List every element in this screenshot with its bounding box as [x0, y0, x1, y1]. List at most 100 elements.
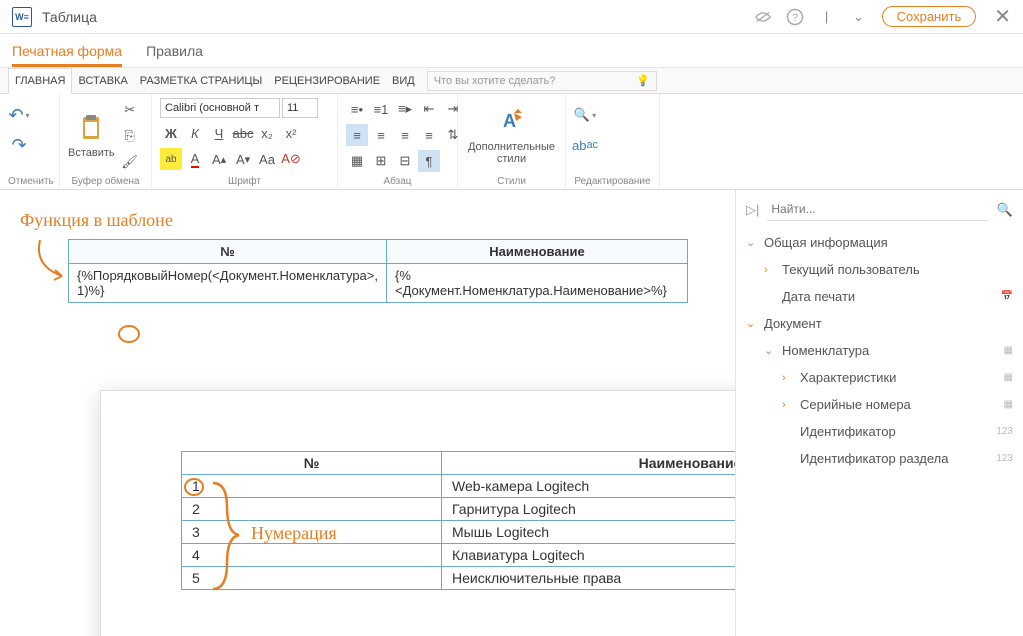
tree-item-label: Документ [764, 316, 822, 331]
outdent-button[interactable]: ⇤ [418, 98, 440, 120]
multilevel-button[interactable]: ≡▸ [394, 98, 416, 120]
tree-item[interactable]: Идентификатор 123 [746, 418, 1013, 445]
tree-item[interactable]: › Текущий пользователь [746, 256, 1013, 283]
tree-item[interactable]: ›Серийные номера▦ [746, 391, 1013, 418]
align-right-button[interactable]: ≡ [394, 124, 416, 146]
side-panel: ▷| 🔍 ⌄Общая информация›Текущий пользоват… [735, 190, 1023, 636]
align-left-button[interactable]: ≡ [346, 124, 368, 146]
ribbon-search[interactable]: Что вы хотите сделать? 💡 [427, 71, 657, 91]
close-button[interactable]: ✕ [994, 4, 1011, 29]
shrink-font-button[interactable]: A▾ [232, 148, 254, 170]
visibility-icon[interactable] [754, 8, 772, 26]
number-icon: 123 [996, 426, 1013, 437]
chevron-right-icon: › [782, 372, 796, 384]
replace-button[interactable]: abac [574, 134, 596, 156]
format-painter-button[interactable]: 🖌 [119, 151, 141, 173]
group-undo-label: Отменить [8, 174, 51, 187]
tpl-header-num: № [69, 240, 387, 264]
borders-button[interactable]: ⊞ [370, 150, 392, 172]
tree-item[interactable]: Дата печати📅 [746, 283, 1013, 310]
chevron-down-icon: ⌄ [746, 317, 760, 330]
tpl-header-name: Наименование [386, 240, 687, 264]
ribbon-tab-insert[interactable]: ВСТАВКА [72, 68, 133, 94]
tree-item[interactable]: Идентификатор раздела123 [746, 445, 1013, 472]
chevron-right-icon: › [782, 399, 796, 411]
align-center-button[interactable]: ≡ [370, 124, 392, 146]
superscript-button[interactable]: x² [280, 122, 302, 144]
underline-button[interactable]: Ч [208, 122, 230, 144]
paste-button[interactable]: Вставить [68, 113, 115, 159]
ribbon: ↶▾ ↷ Отменить Вставить ✂ ⎘ 🖌 Буфер обмен… [0, 94, 1023, 190]
ribbon-tab-review[interactable]: РЕЦЕНЗИРОВАНИЕ [268, 68, 386, 94]
strike-button[interactable]: abc [232, 122, 254, 144]
font-size-select[interactable]: 11 [282, 98, 318, 118]
chevron-down-icon[interactable]: ⌄ [850, 8, 868, 26]
tree-item-label: Общая информация [764, 235, 888, 250]
numbering-button[interactable]: ≡1 [370, 98, 392, 120]
undo-button[interactable]: ↶▾ [8, 104, 30, 126]
bullets-button[interactable]: ≡• [346, 98, 368, 120]
annotation-function: Функция в шаблоне [20, 210, 715, 231]
annotation-numbering: Нумерация [251, 523, 337, 544]
ribbon-tab-layout[interactable]: РАЗМЕТКА СТРАНИЦЫ [134, 68, 268, 94]
svg-text:A: A [503, 111, 516, 131]
table-icon: ▦ [1004, 345, 1013, 356]
circle-annotation-2 [184, 478, 204, 496]
panel-collapse-icon[interactable]: ▷| [746, 202, 759, 218]
change-case-button[interactable]: Aa [256, 148, 278, 170]
circle-annotation-1 [118, 325, 140, 343]
tree-item[interactable]: ⌄Общая информация [746, 229, 1013, 256]
sort-button[interactable]: ⊟ [394, 150, 416, 172]
chevron-down-icon: ⌄ [764, 344, 778, 357]
template-table: № Наименование {%ПорядковыйНомер(<Докуме… [68, 239, 688, 303]
group-editing-label: Редактирование [574, 174, 651, 187]
side-tree: ⌄Общая информация›Текущий пользовательДа… [746, 229, 1013, 472]
subscript-button[interactable]: x₂ [256, 122, 278, 144]
styles-button[interactable]: A Дополнительные стили [466, 107, 557, 165]
italic-button[interactable]: К [184, 122, 206, 144]
clear-format-button[interactable]: A⊘ [280, 148, 302, 170]
show-marks-button[interactable]: ¶ [418, 150, 440, 172]
redo-button[interactable]: ↷ [8, 134, 30, 156]
group-paragraph-label: Абзац [346, 174, 449, 187]
font-name-select[interactable]: Calibri (основной т [160, 98, 280, 118]
ribbon-tab-view[interactable]: ВИД [386, 68, 421, 94]
table-icon: ▦ [1004, 372, 1013, 383]
font-color-button[interactable]: A [184, 148, 206, 170]
ribbon-search-placeholder: Что вы хотите сделать? [434, 75, 556, 87]
ribbon-tabs: ГЛАВНАЯ ВСТАВКА РАЗМЕТКА СТРАНИЦЫ РЕЦЕНЗ… [0, 68, 1023, 94]
document-area: Функция в шаблоне № Наименование {%Поряд… [0, 190, 735, 636]
date-icon: 📅 [1001, 291, 1013, 302]
tpl-cell-num[interactable]: {%ПорядковыйНомер(<Документ.Номенклатура… [69, 264, 387, 303]
justify-button[interactable]: ≡ [418, 124, 440, 146]
tree-item-label: Характеристики [800, 370, 896, 385]
find-button[interactable]: 🔍▾ [574, 104, 596, 126]
chevron-right-icon: › [764, 264, 778, 276]
number-icon: 123 [996, 453, 1013, 464]
tpl-cell-name[interactable]: {%<Документ.Номенклатура.Наименование>%} [386, 264, 687, 303]
search-icon[interactable]: 🔍 [997, 202, 1013, 218]
group-clipboard-label: Буфер обмена [68, 174, 143, 187]
side-search-input[interactable] [767, 198, 988, 221]
bold-button[interactable]: Ж [160, 122, 182, 144]
arrow-annotation-1 [30, 236, 80, 286]
tree-item[interactable]: ⌄Номенклатура▦ [746, 337, 1013, 364]
tab-print-form[interactable]: Печатная форма [12, 43, 122, 67]
shading-button[interactable]: ▦ [346, 150, 368, 172]
ribbon-tab-main[interactable]: ГЛАВНАЯ [8, 68, 72, 94]
tab-rules[interactable]: Правила [146, 43, 203, 67]
highlight-button[interactable]: ab [160, 148, 182, 170]
group-styles-label: Стили [466, 174, 557, 187]
tree-item-label: Текущий пользователь [782, 262, 920, 277]
page-tabs: Печатная форма Правила [0, 34, 1023, 68]
bulb-icon: 💡 [636, 74, 650, 87]
tree-item[interactable]: › Характеристики ▦ [746, 364, 1013, 391]
save-button[interactable]: Сохранить [882, 6, 977, 27]
tree-item[interactable]: ⌄ Документ [746, 310, 1013, 337]
cut-button[interactable]: ✂ [119, 99, 141, 121]
copy-button[interactable]: ⎘ [119, 125, 141, 147]
tree-item-label: Идентификатор [800, 424, 896, 439]
grow-font-button[interactable]: A▴ [208, 148, 230, 170]
help-icon[interactable]: ? [786, 8, 804, 26]
res-header-num: № [182, 452, 442, 475]
